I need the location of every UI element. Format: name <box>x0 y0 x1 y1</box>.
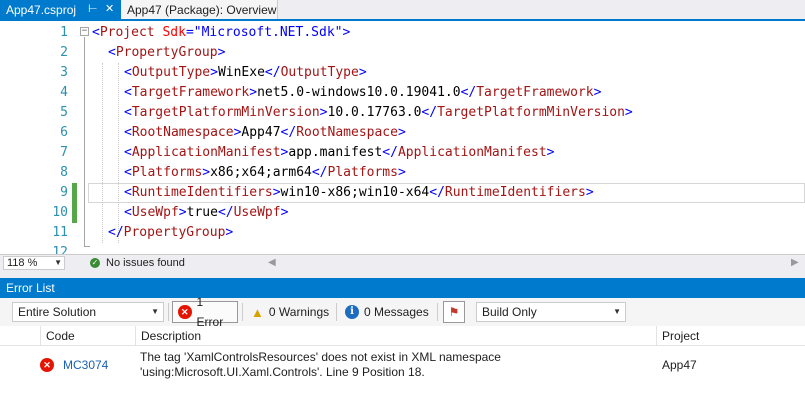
error-list-toolbar: Entire Solution ▼ ✕ 1 Error ▲ 0 Warnings… <box>0 295 805 329</box>
close-icon[interactable]: ✕ <box>105 4 114 15</box>
code-line-4[interactable]: <TargetFramework>net5.0-windows10.0.1904… <box>124 83 601 103</box>
code-line-7[interactable]: <ApplicationManifest>app.manifest</Appli… <box>124 143 555 163</box>
code-line-1[interactable]: <Project Sdk="Microsoft.NET.Sdk"> <box>92 23 350 43</box>
line-number: 1 <box>60 25 68 40</box>
warnings-filter-button[interactable]: ▲ 0 Warnings <box>246 301 334 323</box>
column-header-project[interactable]: Project <box>656 326 805 346</box>
warnings-count: 0 Warnings <box>268 305 330 319</box>
error-list-title: Error List <box>0 278 805 298</box>
zoom-dropdown[interactable]: 118 % ▼ <box>3 256 65 270</box>
outline-end <box>84 246 90 247</box>
error-code-link[interactable]: MC3074 <box>63 358 108 372</box>
tab-label: App47 (Package): Overview <box>127 2 277 17</box>
issues-status[interactable]: No issues found <box>106 257 185 270</box>
scope-value: Entire Solution <box>18 305 97 319</box>
toolbar-separator <box>168 303 169 321</box>
column-header-description[interactable]: Description <box>135 326 656 346</box>
error-description-line1: The tag 'XamlControlsResources' does not… <box>140 350 501 364</box>
indent-guide <box>102 63 103 243</box>
error-list-rows: ✕ MC3074 The tag 'XamlControlsResources'… <box>0 346 805 404</box>
info-icon: i <box>345 305 359 319</box>
filter-toggle-icon[interactable]: ⚑ <box>443 301 465 323</box>
line-number-gutter: 1 2 3 4 5 6 7 8 9 10 11 12 <box>0 21 82 254</box>
line-number: 5 <box>60 105 68 120</box>
chevron-down-icon: ▼ <box>54 258 62 267</box>
tab-package-overview[interactable]: App47 (Package): Overview <box>121 0 278 19</box>
line-number: 11 <box>52 225 68 240</box>
build-filter-dropdown[interactable]: Build Only ▼ <box>476 302 626 322</box>
line-number: 6 <box>60 125 68 140</box>
code-line-9[interactable]: <RuntimeIdentifiers>win10-x86;win10-x64<… <box>124 183 594 203</box>
outline-line <box>84 37 85 247</box>
build-filter-value: Build Only <box>482 305 537 319</box>
messages-count: 0 Messages <box>364 305 429 319</box>
error-description-line2: 'using:Microsoft.UI.Xaml.Controls'. Line… <box>140 365 425 379</box>
line-number: 4 <box>60 85 68 100</box>
indent-guide <box>118 63 119 243</box>
toolbar-separator <box>437 303 438 321</box>
chevron-down-icon: ▼ <box>613 307 621 316</box>
change-marker <box>72 203 77 223</box>
line-number: 9 <box>60 185 68 200</box>
error-project: App47 <box>662 358 697 372</box>
code-line-2[interactable]: <PropertyGroup> <box>108 43 225 63</box>
zoom-level: 118 % <box>7 257 38 269</box>
error-list-header: Code Description Project <box>0 326 805 346</box>
messages-filter-button[interactable]: i 0 Messages <box>340 301 434 323</box>
line-number: 12 <box>52 245 68 254</box>
line-number: 10 <box>52 205 68 220</box>
table-row[interactable]: ✕ MC3074 The tag 'XamlControlsResources'… <box>0 346 805 386</box>
pin-icon[interactable]: ⊢ <box>88 4 98 15</box>
code-editor[interactable]: 1 2 3 4 5 6 7 8 9 10 11 12 − <Project Sd… <box>0 21 805 254</box>
code-line-10[interactable]: <UseWpf>true</UseWpf> <box>124 203 288 223</box>
document-tab-strip: App47.csproj ⊢ ✕ App47 (Package): Overvi… <box>0 0 805 21</box>
warning-icon: ▲ <box>251 304 264 320</box>
code-line-3[interactable]: <OutputType>WinExe</OutputType> <box>124 63 367 83</box>
toolbar-separator <box>336 303 337 321</box>
tab-label: App47.csproj <box>6 2 77 17</box>
line-number: 8 <box>60 165 68 180</box>
line-number: 3 <box>60 65 68 80</box>
column-header-code[interactable]: Code <box>40 326 135 346</box>
error-icon: ✕ <box>40 358 54 372</box>
change-marker <box>72 183 77 203</box>
code-line-5[interactable]: <TargetPlatformMinVersion>10.0.17763.0</… <box>124 103 633 123</box>
tab-app47-csproj[interactable]: App47.csproj ⊢ ✕ <box>0 0 121 19</box>
editor-status-bar: 118 % ▼ ✓ No issues found ◀ ▶ <box>0 254 805 271</box>
errors-filter-button[interactable]: ✕ 1 Error <box>172 295 238 329</box>
code-line-6[interactable]: <RootNamespace>App47</RootNamespace> <box>124 123 406 143</box>
check-icon: ✓ <box>90 258 100 268</box>
chevron-down-icon: ▼ <box>151 307 159 316</box>
code-line-11[interactable]: </PropertyGroup> <box>108 223 233 243</box>
panel-splitter[interactable] <box>0 271 805 278</box>
error-icon: ✕ <box>178 305 192 319</box>
toolbar-separator <box>242 303 243 321</box>
code-line-8[interactable]: <Platforms>x86;x64;arm64</Platforms> <box>124 163 406 183</box>
scroll-left-icon[interactable]: ◀ <box>268 256 276 269</box>
line-number: 7 <box>60 145 68 160</box>
collapse-toggle-icon[interactable]: − <box>80 27 89 36</box>
scroll-right-icon[interactable]: ▶ <box>791 256 799 269</box>
scope-dropdown[interactable]: Entire Solution ▼ <box>12 302 164 322</box>
line-number: 2 <box>60 45 68 60</box>
